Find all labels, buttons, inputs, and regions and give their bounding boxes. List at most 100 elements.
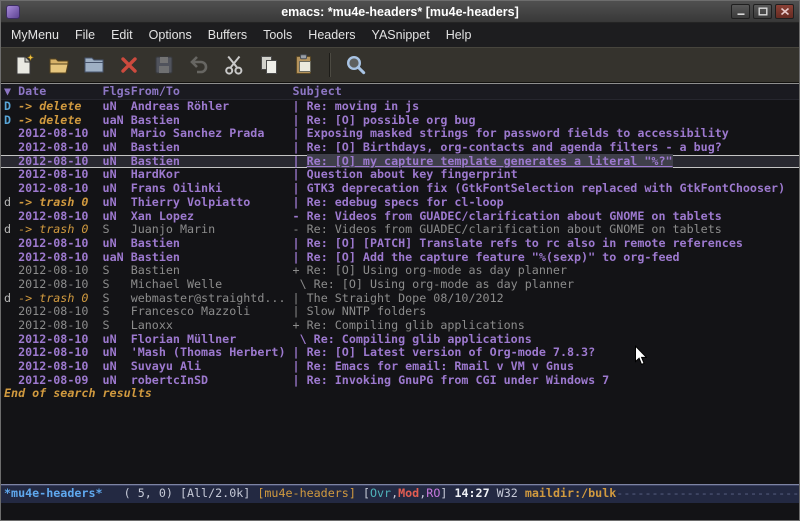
from-cell: Lanoxx: [131, 318, 286, 332]
flags-cell: uN: [103, 99, 131, 113]
menu-item-file[interactable]: File: [67, 25, 103, 45]
mark-cell: [4, 373, 18, 387]
mark-cell: [4, 332, 18, 346]
window-buttons: [731, 4, 794, 19]
buffer-area: ▼ Date FlgsFrom/To Subject D -> delete u…: [1, 83, 799, 520]
mark-cell: [4, 345, 18, 359]
subject-cell: Re: [O] Add the capture feature "%(sexp)…: [307, 250, 680, 264]
thread-prefix: |: [286, 99, 307, 113]
message-row[interactable]: d -> trash 0 uN Thierry Volpiatto | Re: …: [1, 196, 799, 210]
subject-cell: Re: Emacs for email: Rmail v VM v Gnus: [307, 359, 574, 373]
date-cell: 2012-08-10: [18, 209, 102, 223]
message-row[interactable]: 2012-08-10 uN Bastien | Re: [O] my captu…: [1, 155, 799, 169]
menu-item-yasnippet[interactable]: YASnippet: [364, 25, 438, 45]
date-cell: 2012-08-10: [18, 154, 102, 168]
modeline-segment-plain: [103, 486, 124, 500]
mark-cell: [4, 304, 18, 318]
message-row[interactable]: 2012-08-10 S Bastien + Re: [O] Using org…: [1, 264, 799, 278]
from-cell: Suvayu Ali: [131, 359, 286, 373]
thread-prefix: -: [286, 222, 307, 236]
cut-button[interactable]: [221, 52, 247, 78]
message-row[interactable]: 2012-08-10 uN Bastien | Re: [O] [PATCH] …: [1, 237, 799, 251]
message-row[interactable]: 2012-08-10 uN Xan Lopez - Re: Videos fro…: [1, 210, 799, 224]
search-button[interactable]: [343, 52, 369, 78]
directory-button[interactable]: [81, 52, 107, 78]
menu-item-buffers[interactable]: Buffers: [200, 25, 255, 45]
new-file-button[interactable]: [11, 52, 37, 78]
date-cell: 2012-08-10: [18, 126, 102, 140]
from-cell: Francesco Mazzoli: [131, 304, 286, 318]
close-buffer-icon: [117, 53, 141, 77]
menu-item-mymenu[interactable]: MyMenu: [3, 25, 67, 45]
menu-item-headers[interactable]: Headers: [300, 25, 363, 45]
modeline-segment-time: 14:27: [454, 486, 489, 500]
copy-button[interactable]: [256, 52, 282, 78]
message-row[interactable]: 2012-08-10 uN Frans Oilinki | GTK3 depre…: [1, 182, 799, 196]
message-row[interactable]: 2012-08-10 uN Suvayu Ali | Re: Emacs for…: [1, 360, 799, 374]
date-cell: -> trash 0: [18, 222, 102, 236]
close-button[interactable]: [775, 4, 794, 19]
modeline-segment-plain: [: [356, 486, 370, 500]
message-row[interactable]: 2012-08-10 uN Florian Müllner \ Re: Comp…: [1, 333, 799, 347]
modeline-segment-plain: ]: [440, 486, 454, 500]
window-title: emacs: *mu4e-headers* [mu4e-headers]: [1, 5, 799, 19]
from-cell: Frans Oilinki: [131, 181, 286, 195]
message-row[interactable]: 2012-08-10 uN Bastien | Re: [O] Birthday…: [1, 141, 799, 155]
message-row[interactable]: 2012-08-10 S Francesco Mazzoli | Slow NN…: [1, 305, 799, 319]
flags-cell: uN: [103, 154, 131, 168]
flags-cell: uN: [103, 359, 131, 373]
open-file-button[interactable]: [46, 52, 72, 78]
from-cell: Bastien: [131, 236, 286, 250]
message-row[interactable]: 2012-08-10 uN 'Mash (Thomas Herbert) | R…: [1, 346, 799, 360]
column-header-date[interactable]: Date: [18, 84, 102, 98]
menu-item-edit[interactable]: Edit: [103, 25, 141, 45]
undo-button: [186, 52, 212, 78]
modeline-segment-ro: RO: [426, 486, 440, 500]
subject-cell: Re: Invoking GnuPG from CGI under Window…: [307, 373, 610, 387]
column-header-from[interactable]: From/To: [131, 84, 293, 98]
message-row[interactable]: 2012-08-10 uN HardKor | Question about k…: [1, 168, 799, 182]
mark-cell: D: [4, 113, 18, 127]
minimize-button[interactable]: [731, 4, 750, 19]
message-row[interactable]: d -> trash 0 S webmaster@straightd... | …: [1, 292, 799, 306]
message-row[interactable]: D -> delete uN Andreas Röhler | Re: movi…: [1, 100, 799, 114]
message-row[interactable]: 2012-08-09 uN robertcInSD | Re: Invoking…: [1, 374, 799, 388]
column-header-flags[interactable]: Flgs: [103, 84, 131, 98]
subject-cell: Re: Compiling glib applications: [314, 332, 532, 346]
thread-prefix: |: [286, 140, 307, 154]
maximize-button[interactable]: [753, 4, 772, 19]
flags-cell: S: [103, 263, 131, 277]
message-row[interactable]: 2012-08-10 uaN Bastien | Re: [O] Add the…: [1, 251, 799, 265]
thread-prefix: |: [286, 167, 307, 181]
modeline-segment-dashes: ----------------------------------------…: [616, 486, 799, 500]
paste-icon: [292, 53, 316, 77]
close-buffer-button[interactable]: [116, 52, 142, 78]
maximize-icon: [758, 7, 768, 16]
title-bar[interactable]: emacs: *mu4e-headers* [mu4e-headers]: [1, 1, 799, 23]
menu-bar: MyMenuFileEditOptionsBuffersToolsHeaders…: [1, 23, 799, 47]
message-row[interactable]: D -> delete uaN Bastien | Re: [O] possib…: [1, 114, 799, 128]
message-row[interactable]: 2012-08-10 uN Mario Sanchez Prada | Expo…: [1, 127, 799, 141]
message-row[interactable]: d -> trash 0 S Juanjo Marin - Re: Videos…: [1, 223, 799, 237]
menu-item-tools[interactable]: Tools: [255, 25, 300, 45]
flags-cell: uN: [103, 345, 131, 359]
flags-cell: uaN: [103, 250, 131, 264]
mark-cell: [4, 181, 18, 195]
copy-icon: [257, 53, 281, 77]
date-cell: -> trash 0: [18, 291, 102, 305]
from-cell: Bastien: [131, 140, 286, 154]
mark-cell: [4, 126, 18, 140]
message-row[interactable]: 2012-08-10 S Michael Welle \ Re: [O] Usi…: [1, 278, 799, 292]
buffer-empty-space: [1, 401, 799, 484]
flags-cell: uN: [103, 373, 131, 387]
thread-prefix: |: [286, 236, 307, 250]
date-cell: 2012-08-10: [18, 304, 102, 318]
menu-item-help[interactable]: Help: [438, 25, 480, 45]
column-header-subject[interactable]: Subject: [293, 84, 342, 98]
date-cell: 2012-08-10: [18, 167, 102, 181]
thread-prefix: |: [286, 113, 307, 127]
paste-button[interactable]: [291, 52, 317, 78]
menu-item-options[interactable]: Options: [141, 25, 200, 45]
message-row[interactable]: 2012-08-10 S Lanoxx + Re: Compiling glib…: [1, 319, 799, 333]
from-cell: Bastien: [131, 263, 286, 277]
